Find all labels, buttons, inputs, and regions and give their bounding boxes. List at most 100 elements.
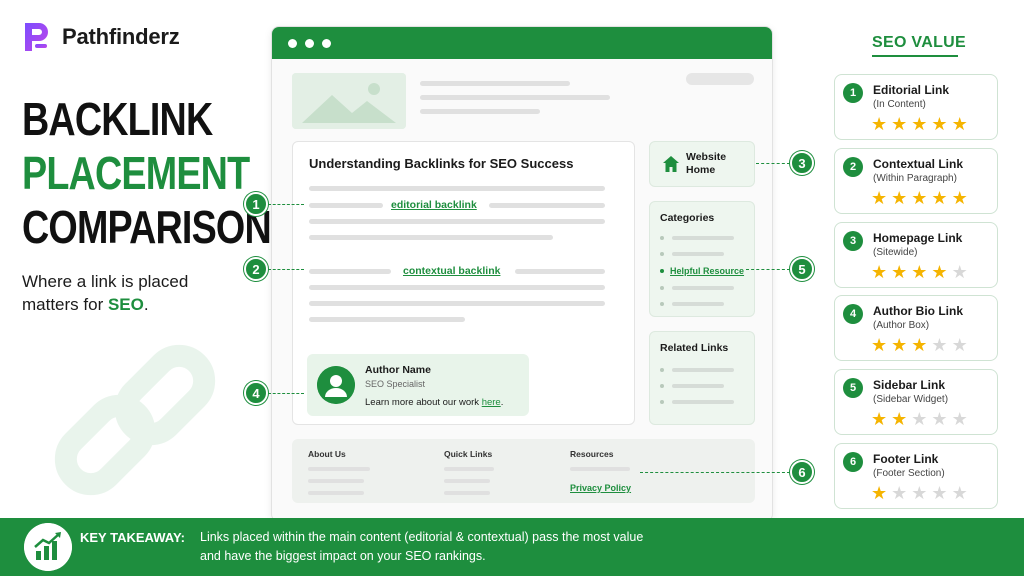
star-filled-icon: ★ (931, 262, 948, 282)
author-role: SEO Specialist (365, 379, 426, 389)
subtitle-text: Where a link is placed matters for (22, 272, 189, 314)
list-placeholder-line (672, 302, 724, 306)
headline-line-1: BACKLINK (22, 93, 213, 145)
star-filled-icon: ★ (891, 335, 908, 355)
text-placeholder-line (309, 301, 605, 306)
star-filled-icon: ★ (911, 262, 928, 282)
editorial-backlink[interactable]: editorial backlink (391, 199, 477, 211)
text-placeholder-line (309, 219, 605, 224)
star-filled-icon: ★ (891, 409, 908, 429)
text-placeholder-line (309, 285, 605, 290)
seo-card-subtitle: (Footer Section) (873, 468, 945, 479)
image-placeholder-icon (292, 73, 406, 129)
contextual-backlink[interactable]: contextual backlink (403, 265, 500, 277)
seo-card-title: Contextual Link (873, 157, 964, 171)
author-bio-link[interactable]: here (482, 397, 501, 408)
footer-placeholder-line (308, 467, 370, 471)
star-filled-icon: ★ (931, 114, 948, 134)
footer-resources[interactable]: Resources (570, 449, 613, 459)
sidebar-helpful-resource-link[interactable]: Helpful Resource (670, 266, 744, 276)
star-empty-icon: ★ (951, 335, 968, 355)
list-bullet (660, 236, 664, 240)
marker-connector (268, 393, 304, 394)
homepage-link: Website Home (686, 151, 726, 177)
star-empty-icon: ★ (951, 483, 968, 503)
footer-placeholder-line (444, 491, 490, 495)
seo-card-subtitle: (In Content) (873, 99, 926, 110)
headline-line-3: COMPARISON (22, 201, 272, 253)
list-placeholder-line (672, 286, 734, 290)
brand: Pathfinderz (20, 20, 180, 54)
text-placeholder-line (309, 235, 553, 240)
list-bullet (660, 302, 664, 306)
star-filled-icon: ★ (871, 409, 888, 429)
star-empty-icon: ★ (951, 262, 968, 282)
chain-link-illustration (54, 344, 216, 496)
seo-value-underline (872, 55, 958, 57)
marker-connector (746, 269, 790, 270)
list-bullet (660, 384, 664, 388)
home-label-line-1: Website (686, 151, 727, 163)
footer-placeholder-line (444, 467, 494, 471)
footer-quick-links[interactable]: Quick Links (444, 449, 492, 459)
list-bullet (660, 286, 664, 290)
star-filled-icon: ★ (871, 262, 888, 282)
seo-value-card: 5 Sidebar Link (Sidebar Widget) ★ ★ ★ ★ ★ (834, 369, 998, 435)
marker-connector (268, 269, 304, 270)
star-empty-icon: ★ (951, 409, 968, 429)
star-rating: ★ ★ ★ ★ ★ (871, 484, 968, 502)
author-bio-text: Learn more about our work here. (365, 397, 503, 408)
footer-placeholder-line (308, 479, 364, 483)
seo-card-title: Editorial Link (873, 83, 950, 97)
star-rating: ★ ★ ★ ★ ★ (871, 410, 968, 428)
list-placeholder-line (672, 252, 724, 256)
browser-mockup: Understanding Backlinks for SEO Success … (271, 26, 773, 522)
author-learn-text: Learn more about our work (365, 397, 482, 408)
marker-3: 3 (790, 151, 814, 175)
star-rating: ★ ★ ★ ★ ★ (871, 189, 968, 207)
footer-about-us[interactable]: About Us (308, 449, 346, 459)
footer-placeholder-line (308, 491, 364, 495)
marker-6: 6 (790, 460, 814, 484)
text-placeholder-line (309, 317, 465, 322)
site-footer: About Us Quick Links Resources Privacy P… (292, 439, 755, 503)
takeaway-label: KEY TAKEAWAY: (80, 530, 185, 545)
window-dot (288, 38, 297, 48)
seo-card-title: Sidebar Link (873, 378, 946, 392)
header-pill (686, 73, 754, 85)
subtitle: Where a link is placed matters for SEO. (22, 270, 222, 316)
seo-card-title: Author Bio Link (873, 304, 963, 318)
star-filled-icon: ★ (871, 483, 888, 503)
article-content: Understanding Backlinks for SEO Success … (292, 141, 635, 425)
seo-value-card: 1 Editorial Link (In Content) ★ ★ ★ ★ ★ (834, 74, 998, 140)
seo-card-subtitle: (Sitewide) (873, 247, 918, 258)
star-empty-icon: ★ (931, 335, 948, 355)
seo-value-card: 2 Contextual Link (Within Paragraph) ★ ★ ★ ★ ★ (834, 148, 998, 214)
star-rating: ★ ★ ★ ★ ★ (871, 336, 968, 354)
list-placeholder-line (672, 400, 734, 404)
home-icon (663, 156, 679, 172)
avatar-icon (317, 366, 355, 404)
sidebar-related-links: Related Links (649, 331, 755, 425)
text-placeholder-line (515, 269, 605, 274)
star-filled-icon: ★ (931, 188, 948, 208)
sidebar-categories: Categories Helpful Resource (649, 201, 755, 317)
author-box: Author Name SEO Specialist Learn more ab… (307, 354, 529, 416)
text-placeholder-line (489, 203, 605, 208)
seo-card-number: 2 (843, 157, 863, 177)
marker-4: 4 (244, 381, 268, 405)
seo-card-title: Footer Link (873, 452, 939, 466)
list-bullet (660, 400, 664, 404)
star-filled-icon: ★ (911, 114, 928, 134)
seo-card-number: 5 (843, 378, 863, 398)
marker-1: 1 (244, 192, 268, 216)
sidebar-home-card[interactable]: Website Home (649, 141, 755, 187)
star-filled-icon: ★ (891, 114, 908, 134)
star-filled-icon: ★ (871, 188, 888, 208)
seo-value-card: 4 Author Bio Link (Author Box) ★ ★ ★ ★ ★ (834, 295, 998, 361)
author-learn-end: . (500, 397, 504, 408)
footer-privacy-policy-link[interactable]: Privacy Policy (570, 483, 631, 493)
brand-name: Pathfinderz (62, 24, 180, 49)
seo-card-number: 3 (843, 231, 863, 251)
marker-5: 5 (790, 257, 814, 281)
